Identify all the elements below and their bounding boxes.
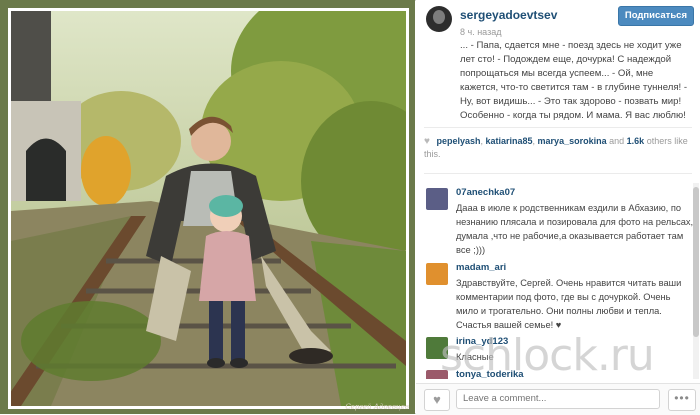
divider bbox=[424, 173, 692, 174]
post-timestamp[interactable]: 8 ч. назад bbox=[460, 27, 501, 37]
comment-username[interactable]: 07anechka07 bbox=[456, 187, 515, 198]
post-header: sergeyadoevtsev 8 ч. назад Подписаться bbox=[416, 0, 700, 40]
heart-icon: ♥ bbox=[433, 392, 441, 407]
likes-count[interactable]: 1.6k bbox=[627, 136, 645, 146]
follow-button[interactable]: Подписаться bbox=[617, 6, 694, 26]
like-user-3[interactable]: marya_sorokina bbox=[538, 136, 607, 146]
like-user-1[interactable]: pepelyash bbox=[436, 136, 480, 146]
likes-and: and bbox=[609, 136, 625, 146]
author-username[interactable]: sergeyadoevtsev bbox=[460, 8, 557, 22]
commenter-avatar[interactable] bbox=[426, 188, 448, 210]
post-footer: ♥ ••• bbox=[416, 383, 700, 415]
post-photo[interactable]: Сергей Адоевцев bbox=[0, 0, 415, 414]
post-caption: ... - Папа, сдается мне - поезд здесь не… bbox=[460, 40, 688, 121]
comment-text: Дааа в июле к родственникам ездили в Абх… bbox=[456, 203, 694, 255]
scrollbar-thumb[interactable] bbox=[693, 187, 699, 337]
more-options-button[interactable]: ••• bbox=[668, 389, 696, 411]
photo-credit: Сергей Адоевцев bbox=[345, 403, 409, 411]
like-user-2[interactable]: katiarina85 bbox=[486, 136, 533, 146]
author-avatar[interactable] bbox=[426, 6, 452, 32]
comment-text: Здравствуйте, Сергей. Очень нравится чит… bbox=[456, 278, 682, 330]
watermark: schlock.ru bbox=[440, 330, 655, 381]
comments-scrollbar[interactable] bbox=[693, 183, 699, 379]
heart-icon: ♥ bbox=[424, 136, 430, 147]
photo-image bbox=[8, 8, 409, 409]
likes-summary: ♥ pepelyash, katiarina85, marya_sorokina… bbox=[424, 136, 688, 159]
comment-input[interactable] bbox=[456, 389, 660, 409]
commenter-avatar[interactable] bbox=[426, 263, 448, 285]
divider bbox=[424, 127, 692, 128]
like-button[interactable]: ♥ bbox=[424, 389, 450, 411]
comment-username[interactable]: madam_ari bbox=[456, 262, 506, 273]
photo-illustration bbox=[11, 11, 406, 406]
